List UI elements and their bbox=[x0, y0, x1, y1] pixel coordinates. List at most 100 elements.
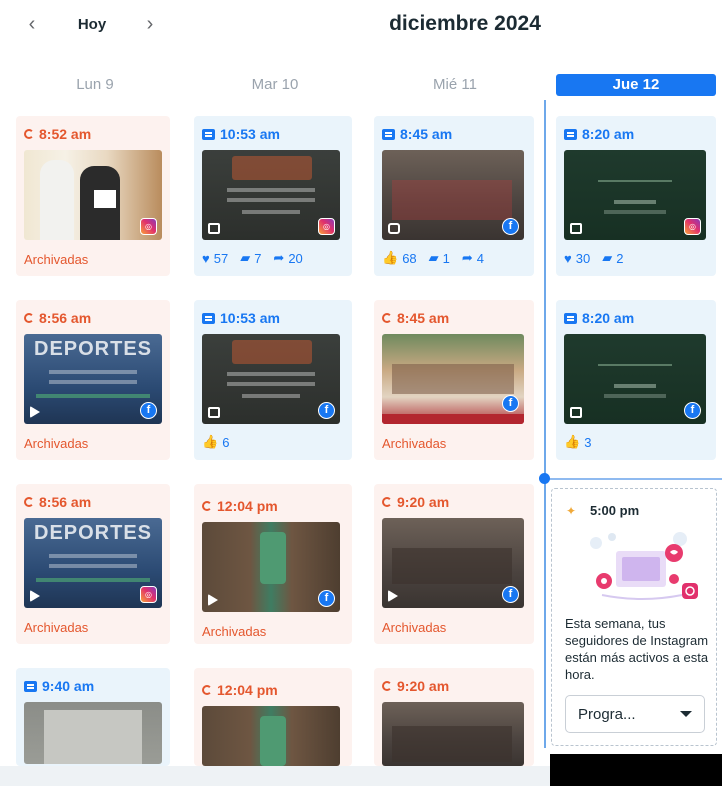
post-time-label: 8:45 am bbox=[400, 126, 453, 142]
post-time-label: 8:20 am bbox=[582, 310, 635, 326]
thumbs-up-icon: 👍 bbox=[202, 434, 219, 449]
comment-icon: ▰ bbox=[428, 250, 439, 265]
post-card[interactable]: 10:53 am f 👍 6 bbox=[194, 300, 352, 460]
comments-count: 7 bbox=[254, 250, 262, 266]
post-card[interactable]: 12:04 pm f Archivadas bbox=[194, 484, 352, 644]
post-time-label: 9:40 am bbox=[42, 678, 95, 694]
post-thumbnail[interactable]: f bbox=[202, 522, 340, 612]
facebook-icon: f bbox=[318, 402, 335, 419]
post-thumbnail[interactable] bbox=[382, 702, 524, 766]
post-thumbnail[interactable]: DEPORTES ◎ bbox=[24, 518, 162, 608]
post-time: 8:20 am bbox=[564, 310, 634, 326]
post-card[interactable]: 12:04 pm bbox=[194, 668, 352, 766]
likes-count: 57 bbox=[213, 250, 229, 266]
post-thumbnail[interactable]: f bbox=[564, 334, 706, 424]
clock-icon bbox=[382, 497, 392, 507]
post-status: Archivadas bbox=[24, 620, 89, 635]
comment-icon: ▰ bbox=[602, 250, 613, 265]
post-thumbnail[interactable]: ◎ bbox=[202, 150, 340, 240]
current-day-line bbox=[544, 100, 546, 748]
post-time-label: 8:56 am bbox=[39, 310, 92, 326]
post-time: 9:20 am bbox=[382, 494, 449, 510]
post-status: Archivadas bbox=[24, 436, 89, 451]
day-header-thu[interactable]: Jue 12 bbox=[556, 74, 716, 96]
facebook-icon: f bbox=[502, 586, 519, 603]
shares-count: 4 bbox=[476, 250, 485, 266]
post-card[interactable]: 8:20 am f 👍 3 bbox=[556, 300, 716, 460]
schedule-dropdown-button[interactable]: Progra... bbox=[565, 695, 705, 733]
post-time-label: 8:56 am bbox=[39, 494, 92, 510]
post-card[interactable]: 8:45 am f 👍 68 ▰ 1 ➦ 4 bbox=[374, 116, 534, 276]
post-card[interactable]: 9:20 am f Archivadas bbox=[374, 484, 534, 644]
post-time: 12:04 pm bbox=[202, 498, 278, 514]
post-time: 10:53 am bbox=[202, 126, 280, 142]
post-time-label: 12:04 pm bbox=[217, 682, 278, 698]
image-icon bbox=[208, 407, 220, 418]
day-header-tue[interactable]: Mar 10 bbox=[200, 74, 350, 96]
heart-icon: ♥ bbox=[564, 250, 572, 266]
post-icon bbox=[202, 128, 215, 140]
likes-count: 68 bbox=[402, 250, 417, 266]
share-icon: ➦ bbox=[461, 250, 473, 265]
video-icon bbox=[388, 590, 398, 602]
clock-icon bbox=[24, 313, 34, 323]
post-time-label: 8:20 am bbox=[582, 126, 635, 142]
audience-illustration-icon bbox=[590, 532, 698, 600]
post-card[interactable]: 9:40 am bbox=[16, 668, 170, 766]
instagram-icon: ◎ bbox=[140, 586, 157, 603]
post-metrics: ♥ 30 ▰ 2 bbox=[564, 250, 623, 266]
image-icon bbox=[208, 223, 220, 234]
likes-count: 30 bbox=[575, 250, 591, 266]
recommended-time-card: ✦ 5:00 pm Esta semana, tus seguidores de… bbox=[551, 488, 717, 746]
post-thumbnail[interactable]: f bbox=[202, 334, 340, 424]
day-header-mon[interactable]: Lun 9 bbox=[22, 74, 168, 96]
post-thumbnail[interactable]: ◎ bbox=[24, 150, 162, 240]
post-time: 8:56 am bbox=[24, 310, 91, 326]
post-thumbnail[interactable]: f bbox=[382, 334, 524, 424]
day-header-wed[interactable]: Mié 11 bbox=[380, 74, 530, 96]
post-time-label: 12:04 pm bbox=[217, 498, 278, 514]
post-card[interactable]: 10:53 am ◎ ♥ 57 ▰ 7 ➦ 20 bbox=[194, 116, 352, 276]
post-thumbnail[interactable] bbox=[24, 702, 162, 764]
post-status: Archivadas bbox=[382, 436, 447, 451]
image-icon bbox=[570, 223, 582, 234]
post-thumbnail[interactable]: f bbox=[382, 518, 524, 608]
previous-week-button[interactable]: ‹ bbox=[22, 10, 42, 38]
today-button[interactable]: Hoy bbox=[62, 10, 122, 38]
likes-count: 3 bbox=[584, 434, 592, 450]
post-status: Archivadas bbox=[382, 620, 447, 635]
redacted-area bbox=[550, 754, 722, 786]
post-metrics: 👍 68 ▰ 1 ➦ 4 bbox=[382, 250, 484, 266]
facebook-icon: f bbox=[502, 218, 519, 235]
post-card[interactable]: 8:45 am f Archivadas bbox=[374, 300, 534, 460]
video-icon bbox=[30, 406, 40, 418]
thumbs-up-icon: 👍 bbox=[564, 434, 581, 449]
chevron-down-icon bbox=[680, 711, 692, 717]
post-time-label: 10:53 am bbox=[220, 310, 280, 326]
clock-icon bbox=[202, 685, 212, 695]
post-thumbnail[interactable]: f bbox=[382, 150, 524, 240]
facebook-icon: f bbox=[502, 395, 519, 412]
post-icon bbox=[564, 128, 577, 140]
post-thumbnail[interactable]: ◎ bbox=[564, 150, 706, 240]
post-time: 8:45 am bbox=[382, 126, 452, 142]
comments-count: 1 bbox=[442, 250, 450, 266]
post-thumbnail[interactable] bbox=[202, 706, 340, 766]
thumbs-up-icon: 👍 bbox=[382, 250, 399, 265]
month-title: diciembre 2024 bbox=[389, 12, 541, 35]
video-icon bbox=[208, 594, 218, 606]
next-week-button[interactable]: › bbox=[140, 10, 160, 38]
post-metrics: 👍 6 bbox=[202, 434, 229, 450]
post-card[interactable]: 8:20 am ◎ ♥ 30 ▰ 2 bbox=[556, 116, 716, 276]
facebook-icon: f bbox=[684, 402, 701, 419]
post-card[interactable]: 8:52 am ◎ Archivadas bbox=[16, 116, 170, 276]
thumbnail-text: DEPORTES bbox=[34, 522, 153, 544]
post-thumbnail[interactable]: DEPORTES f bbox=[24, 334, 162, 424]
post-status: Archivadas bbox=[24, 252, 89, 267]
post-time: 8:45 am bbox=[382, 310, 449, 326]
post-card[interactable]: 9:20 am bbox=[374, 668, 534, 766]
recommended-time: 5:00 pm bbox=[590, 503, 640, 518]
post-card[interactable]: 8:56 am DEPORTES f Archivadas bbox=[16, 300, 170, 460]
post-card[interactable]: 8:56 am DEPORTES ◎ Archivadas bbox=[16, 484, 170, 644]
post-time: 10:53 am bbox=[202, 310, 280, 326]
